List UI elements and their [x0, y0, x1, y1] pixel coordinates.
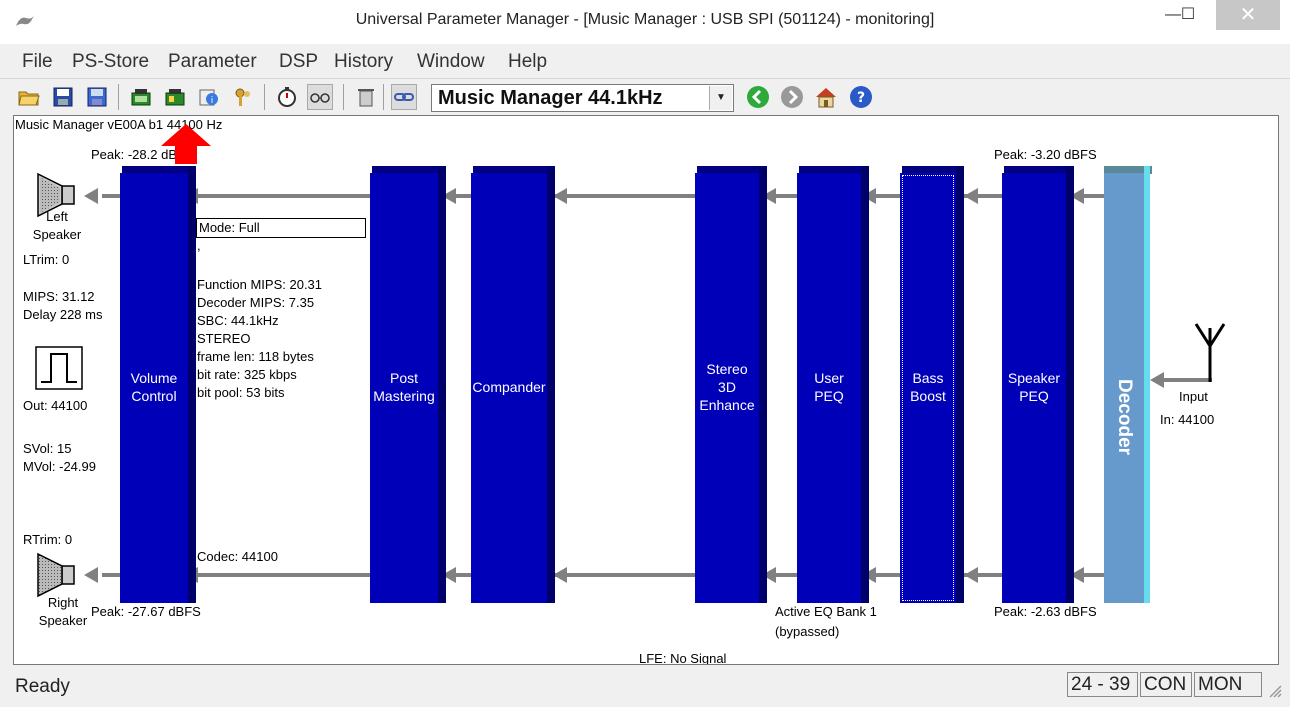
stereo-3d-enhance-label: Stereo 3D Enhance: [699, 361, 755, 413]
help-icon[interactable]: ?: [848, 84, 874, 110]
info-frame-len: frame len: 118 bytes: [197, 349, 314, 364]
info-function-mips: Function MIPS: 20.31: [197, 277, 323, 292]
save-as-icon[interactable]: [84, 84, 110, 110]
toolbar-separator: [264, 84, 265, 110]
input-label: Input: [1179, 389, 1208, 404]
user-peq-label: User PEQ: [814, 370, 844, 404]
maximize-button[interactable]: ☐: [1171, 0, 1205, 30]
svol-label: SVol: 15: [23, 441, 72, 456]
trash-icon[interactable]: [353, 84, 379, 110]
status-bar: Ready 24 - 39 CON MON: [0, 668, 1290, 707]
info-sbc: SBC: 44.1kHz: [197, 313, 279, 328]
speaker-peq-label: Speaker PEQ: [1007, 370, 1061, 404]
menu-ps-store[interactable]: PS-Store: [72, 51, 149, 73]
delay-label: Delay 228 ms: [23, 307, 103, 322]
close-button[interactable]: ✕: [1216, 0, 1280, 30]
eq-bypassed-label: (bypassed): [775, 624, 840, 639]
open-folder-icon[interactable]: [16, 84, 42, 110]
peak-input-top-label: Peak: -3.20 dBFS: [994, 147, 1097, 162]
config-select[interactable]: Music Manager 44.1kHz ▼: [431, 84, 734, 112]
keys-icon[interactable]: [230, 84, 256, 110]
bass-boost-label: Bass Boost: [910, 370, 946, 404]
post-mastering-label: Post Mastering: [373, 370, 435, 404]
signal-flow-canvas: Music Manager vE00A b1 44100 Hz Left Spe…: [13, 115, 1279, 665]
square-wave-icon[interactable]: [35, 346, 83, 390]
highlight-arrow-icon: [161, 124, 211, 164]
out-rate-label: Out: 44100: [23, 398, 88, 413]
save-icon[interactable]: [50, 84, 76, 110]
info-stereo: STEREO: [197, 331, 251, 346]
mvol-label: MVol: -24.99: [23, 459, 96, 474]
block-side: [188, 166, 196, 603]
peak-right-label: Peak: -27.67 dBFS: [91, 604, 201, 619]
chevron-down-icon[interactable]: ▼: [709, 86, 732, 110]
mips-label: MIPS: 31.12: [23, 289, 95, 304]
menu-parameter[interactable]: Parameter: [168, 51, 257, 73]
status-con: CON: [1140, 672, 1192, 697]
rtrim-label: RTrim: 0: [23, 532, 73, 547]
ltrim-label: LTrim: 0: [23, 252, 70, 267]
info-bit-pool: bit pool: 53 bits: [197, 385, 285, 400]
menu-dsp[interactable]: DSP: [279, 51, 318, 73]
info-decoder-mips: Decoder MIPS: 7.35: [197, 295, 315, 310]
block-side: [547, 166, 555, 603]
home-icon[interactable]: [813, 84, 839, 110]
block-side: [1066, 166, 1074, 603]
back-icon[interactable]: [745, 84, 771, 110]
forward-icon[interactable]: [779, 84, 805, 110]
status-range: 24 - 39: [1067, 672, 1138, 697]
right-speaker-icon[interactable]: [36, 552, 80, 598]
mode-dot-label: ,: [197, 238, 201, 253]
svg-text:?: ?: [857, 90, 865, 106]
config-select-value: Music Manager 44.1kHz: [438, 87, 663, 109]
info-icon[interactable]: i: [196, 84, 222, 110]
compander-label: Compander: [472, 379, 546, 395]
antenna-icon[interactable]: [1192, 322, 1228, 384]
mode-field[interactable]: Mode: Full: [196, 218, 366, 238]
toolbar-separator: [118, 84, 119, 110]
status-text: Ready: [15, 676, 70, 697]
menu-file[interactable]: File: [22, 51, 53, 73]
block-side: [438, 166, 446, 603]
glasses-icon[interactable]: [307, 84, 333, 110]
decoder-label: Decoder: [1113, 379, 1135, 455]
lfe-label: LFE: No Signal: [639, 651, 727, 665]
svg-text:i: i: [211, 96, 214, 106]
title-bar: Universal Parameter Manager - [Music Man…: [0, 0, 1290, 44]
link-icon[interactable]: [391, 84, 417, 110]
codec-label: Codec: 44100: [197, 549, 278, 564]
info-bit-rate: bit rate: 325 kbps: [197, 367, 297, 382]
resize-grip-icon[interactable]: [1266, 682, 1282, 698]
block-side: [956, 166, 964, 603]
volume-control-label: Volume Control: [130, 370, 178, 404]
chip-read-icon[interactable]: [128, 84, 154, 110]
menu-help[interactable]: Help: [508, 51, 547, 73]
stopwatch-icon[interactable]: [274, 84, 300, 110]
block-side: [1144, 166, 1150, 603]
toolbar-separator: [343, 84, 344, 110]
left-speaker-label: Left Speaker: [32, 209, 82, 242]
toolbar: i Music Manager 44.1kHz ▼ ?: [0, 78, 1290, 115]
menu-bar: File PS-Store Parameter DSP History Wind…: [0, 45, 1290, 77]
chip-write-icon[interactable]: [162, 84, 188, 110]
block-side: [861, 166, 869, 603]
eq-bank-label: Active EQ Bank 1: [775, 604, 877, 619]
menu-window[interactable]: Window: [417, 51, 485, 73]
block-side: [759, 166, 767, 603]
right-speaker-label: Right Speaker: [38, 595, 88, 628]
window-title: Universal Parameter Manager - [Music Man…: [355, 11, 935, 28]
input-rate-label: In: 44100: [1160, 412, 1215, 427]
peak-input-bottom-label: Peak: -2.63 dBFS: [994, 604, 1097, 619]
toolbar-separator: [383, 84, 384, 110]
status-mon: MON: [1194, 672, 1262, 697]
menu-history[interactable]: History: [334, 51, 393, 73]
